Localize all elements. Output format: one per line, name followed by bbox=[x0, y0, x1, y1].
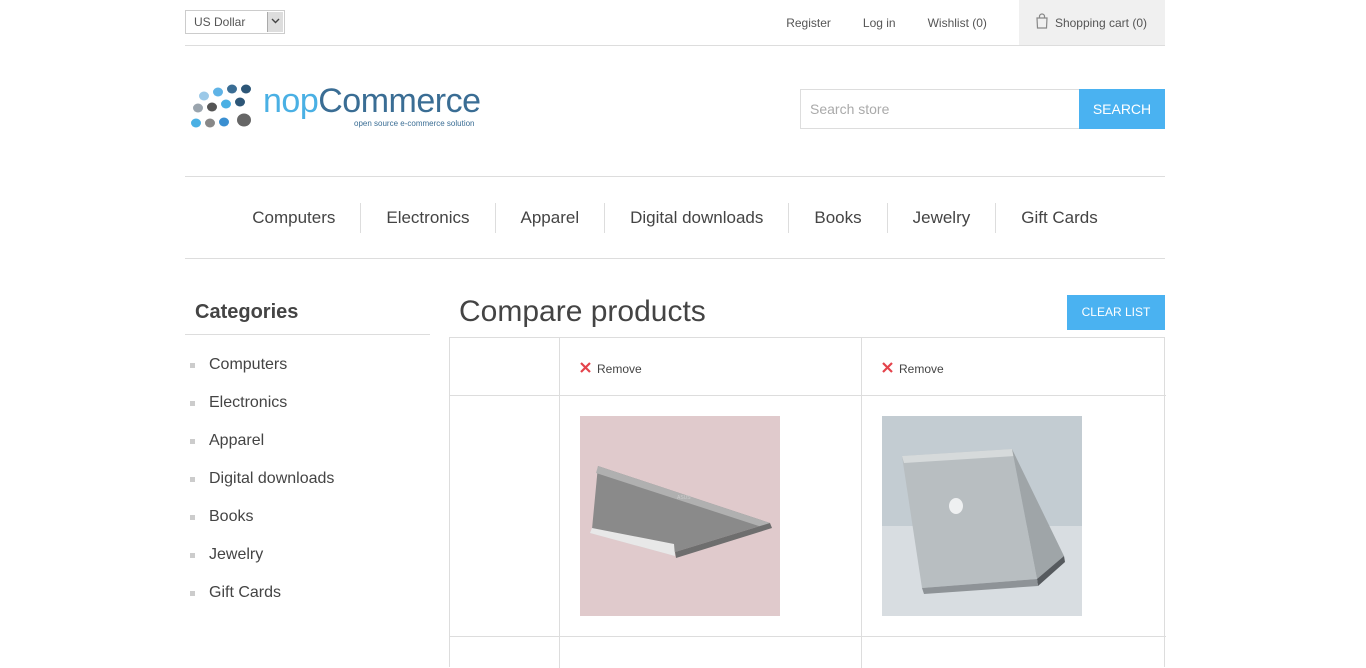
category-item-jewelry[interactable]: Jewelry bbox=[185, 536, 430, 574]
categories-list: Computers Electronics Apparel Digital do… bbox=[185, 346, 430, 612]
wishlist-link[interactable]: Wishlist (0) bbox=[928, 16, 987, 30]
logo-dots-icon bbox=[191, 84, 251, 128]
category-item-digital-downloads[interactable]: Digital downloads bbox=[185, 460, 430, 498]
categories-title: Categories bbox=[185, 293, 430, 335]
register-link[interactable]: Register bbox=[786, 16, 831, 30]
chevron-down-icon bbox=[267, 12, 283, 32]
category-item-books[interactable]: Books bbox=[185, 498, 430, 536]
bullet-icon bbox=[190, 400, 195, 406]
svg-text:ASUS: ASUS bbox=[677, 495, 691, 501]
page: US Dollar Register Log in Wishlist (0) S… bbox=[185, 0, 1166, 668]
shopping-bag-icon bbox=[1035, 13, 1049, 32]
currency-select[interactable]: US Dollar bbox=[185, 10, 285, 34]
bullet-icon bbox=[190, 438, 195, 444]
table-divider bbox=[450, 395, 1166, 396]
store-logo[interactable]: nopCommerce open source e-commerce solut… bbox=[190, 82, 495, 134]
table-divider bbox=[559, 338, 560, 668]
compare-products-table: Remove Remove ASUS bbox=[449, 337, 1166, 668]
product-image[interactable] bbox=[882, 416, 1082, 616]
category-item-electronics[interactable]: Electronics bbox=[185, 384, 430, 422]
logo-tagline: open source e-commerce solution bbox=[354, 119, 475, 128]
header-links-bar: US Dollar Register Log in Wishlist (0) S… bbox=[185, 0, 1165, 46]
bullet-icon bbox=[190, 362, 195, 368]
logo-wordmark: nopCommerce bbox=[263, 82, 481, 120]
table-divider bbox=[450, 636, 1166, 637]
close-icon bbox=[882, 362, 893, 376]
remove-label: Remove bbox=[597, 362, 642, 376]
menu-item-electronics[interactable]: Electronics bbox=[361, 202, 496, 233]
table-divider bbox=[861, 338, 862, 668]
shopping-cart-link[interactable]: Shopping cart (0) bbox=[1018, 0, 1165, 45]
top-menu: Computers Electronics Apparel Digital do… bbox=[185, 176, 1165, 259]
search-input[interactable]: Search store bbox=[800, 89, 1080, 129]
remove-label: Remove bbox=[899, 362, 944, 376]
bullet-icon bbox=[190, 476, 195, 482]
page-title: Compare products bbox=[459, 295, 706, 328]
close-icon bbox=[580, 362, 591, 376]
currency-value: US Dollar bbox=[194, 15, 246, 29]
bullet-icon bbox=[190, 552, 195, 558]
menu-item-digital-downloads[interactable]: Digital downloads bbox=[605, 202, 790, 233]
remove-button[interactable]: Remove bbox=[580, 362, 642, 376]
menu-item-apparel[interactable]: Apparel bbox=[496, 202, 606, 233]
shopping-cart-label: Shopping cart (0) bbox=[1054, 15, 1147, 30]
category-item-gift-cards[interactable]: Gift Cards bbox=[185, 574, 430, 612]
clear-list-button[interactable]: CLEAR LIST bbox=[1067, 295, 1165, 330]
category-item-apparel[interactable]: Apparel bbox=[185, 422, 430, 460]
login-link[interactable]: Log in bbox=[863, 16, 896, 30]
product-image[interactable]: ASUS bbox=[580, 416, 780, 616]
menu-item-books[interactable]: Books bbox=[789, 202, 888, 233]
menu-item-computers[interactable]: Computers bbox=[227, 202, 362, 233]
menu-item-gift-cards[interactable]: Gift Cards bbox=[996, 203, 1123, 233]
category-item-computers[interactable]: Computers bbox=[185, 346, 430, 384]
header-links: Register Log in Wishlist (0) Shopping ca… bbox=[786, 0, 1165, 45]
menu-item-jewelry[interactable]: Jewelry bbox=[888, 202, 997, 233]
bullet-icon bbox=[190, 590, 195, 596]
bullet-icon bbox=[190, 514, 195, 520]
search-button[interactable]: SEARCH bbox=[1079, 89, 1165, 129]
remove-button[interactable]: Remove bbox=[882, 362, 944, 376]
